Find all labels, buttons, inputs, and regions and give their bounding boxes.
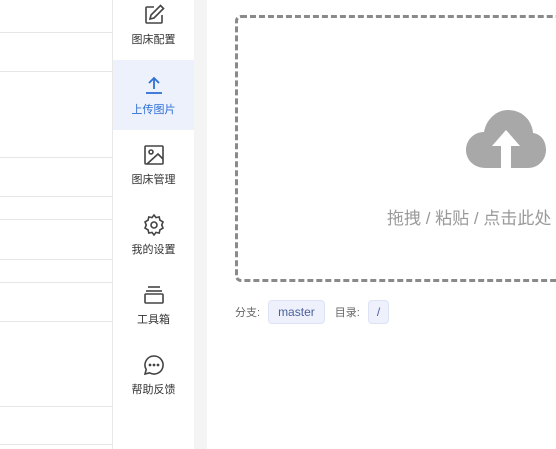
upload-dropzone[interactable]: 拖拽 / 粘贴 / 点击此处 <box>235 15 556 282</box>
upload-area: 拖拽 / 粘贴 / 点击此处 分支: master 目录: / <box>207 0 556 449</box>
nav-label: 帮助反馈 <box>131 384 176 396</box>
nav-label: 工具箱 <box>137 314 170 326</box>
dir-tag[interactable]: / <box>367 300 390 324</box>
list-divider <box>0 32 112 33</box>
list-divider <box>0 71 112 72</box>
toolbox-icon <box>143 286 164 304</box>
file-list-panel <box>0 0 113 449</box>
upload-icon <box>145 76 162 94</box>
dropzone-hint: 拖拽 / 粘贴 / 点击此处 <box>387 209 552 228</box>
image-icon <box>143 145 164 165</box>
nav-item-upload[interactable]: 上传图片 <box>113 60 194 130</box>
nav-label: 图床管理 <box>131 174 176 186</box>
nav-item-settings[interactable]: 我的设置 <box>113 200 194 270</box>
branch-tag[interactable]: master <box>268 300 325 324</box>
dir-label: 目录: <box>334 307 360 319</box>
panel-gap <box>194 0 207 449</box>
list-divider <box>0 196 112 197</box>
nav-item-manage[interactable]: 图床管理 <box>113 130 194 200</box>
nav-item-config[interactable]: 图床配置 <box>113 0 194 60</box>
list-divider <box>0 219 112 220</box>
nav-label: 图床配置 <box>131 34 176 46</box>
sidebar-nav: 图床配置 上传图片 图床管理 我的设置 工具箱 帮助反馈 <box>113 0 194 449</box>
list-divider <box>0 157 112 158</box>
chat-icon <box>143 355 164 376</box>
list-divider <box>0 444 112 445</box>
branch-label: 分支: <box>235 307 261 319</box>
cloud-upload-icon <box>466 110 546 168</box>
list-divider <box>0 259 112 260</box>
list-divider <box>0 282 112 283</box>
nav-item-feedback[interactable]: 帮助反馈 <box>113 340 194 410</box>
list-divider <box>0 321 112 322</box>
upload-meta: 分支: master 目录: / <box>235 300 399 324</box>
nav-item-toolbox[interactable]: 工具箱 <box>113 270 194 340</box>
edit-icon <box>144 4 165 24</box>
list-divider <box>0 406 112 407</box>
gear-icon <box>143 213 164 237</box>
nav-label: 我的设置 <box>131 244 176 256</box>
nav-label: 上传图片 <box>131 104 176 116</box>
